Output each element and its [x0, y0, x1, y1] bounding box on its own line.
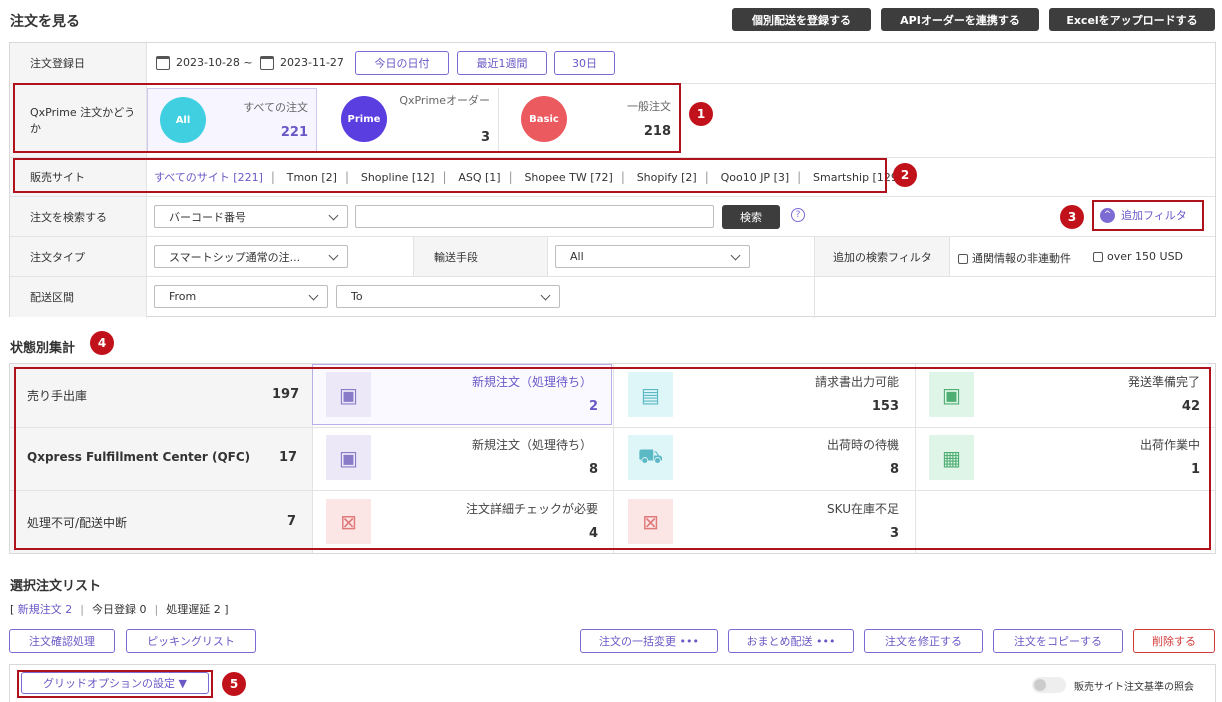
order-type-select[interactable]: スマートシップ通常の注...	[154, 245, 348, 268]
shipping-label: 輸送手段	[414, 237, 547, 276]
order-type-label: 注文タイプ	[10, 237, 146, 276]
annotation-badge-3: 3	[1060, 205, 1084, 229]
list-summary: [ 新規注文 2 | 今日登録 0 | 処理遅延 2 ]	[10, 603, 229, 616]
chevron-down-icon	[308, 290, 319, 301]
summary-new[interactable]: 新規注文 2	[18, 603, 73, 616]
annotation-badge-2: 2	[893, 163, 917, 187]
annotation-frame-4	[14, 367, 1211, 550]
date-label: 注文登録日	[10, 43, 146, 83]
calendar-icon	[156, 56, 170, 70]
annotation-frame-5	[17, 670, 213, 698]
summary-today[interactable]: 今日登録 0	[92, 603, 147, 616]
annotation-badge-4: 4	[90, 331, 114, 355]
api-order-button[interactable]: APIオーダーを連携する	[881, 8, 1039, 31]
today-button[interactable]: 今日の日付	[355, 51, 449, 75]
checkbox-icon	[1093, 252, 1103, 262]
delete-button[interactable]: 削除する	[1133, 629, 1215, 653]
30-days-button[interactable]: 30日	[554, 51, 615, 75]
date-to[interactable]: 2023-11-27	[260, 56, 344, 70]
bulk-change-button[interactable]: 注文の一括変更 •••	[580, 629, 718, 653]
edit-order-button[interactable]: 注文を修正する	[864, 629, 983, 653]
status-title: 状態別集計	[10, 341, 76, 356]
chevron-down-icon	[730, 250, 741, 261]
chevron-down-icon	[328, 250, 339, 261]
help-icon[interactable]: ?	[791, 208, 805, 222]
annotation-frame-3	[1092, 200, 1204, 231]
list-title: 選択注文リスト	[10, 579, 102, 594]
search-type-select[interactable]: バーコード番号	[154, 205, 348, 228]
annotation-badge-1: 1	[689, 102, 713, 126]
annotation-frame-1	[13, 83, 681, 153]
check-customs[interactable]: 通関情報の非連動件	[958, 250, 1071, 266]
toggle-knob	[1034, 679, 1046, 691]
search-input[interactable]	[355, 205, 714, 228]
register-delivery-button[interactable]: 個別配送を登録する	[732, 8, 871, 31]
toggle-switch[interactable]	[1032, 677, 1066, 693]
route-to-select[interactable]: To	[336, 285, 560, 308]
chevron-down-icon	[540, 290, 551, 301]
confirm-order-button[interactable]: 注文確認処理	[9, 629, 115, 653]
search-label: 注文を検索する	[10, 197, 146, 236]
combine-shipping-button[interactable]: おまとめ配送 •••	[728, 629, 854, 653]
page-title: 注文を見る	[10, 14, 80, 30]
date-from[interactable]: 2023-10-28 ~	[156, 56, 253, 70]
excel-upload-button[interactable]: Excelをアップロードする	[1049, 8, 1215, 31]
chevron-down-icon	[328, 210, 339, 221]
route-from-select[interactable]: From	[154, 285, 328, 308]
annotation-badge-5: 5	[222, 672, 246, 696]
search-button[interactable]: 検索	[722, 205, 780, 229]
check-over-150[interactable]: over 150 USD	[1093, 250, 1183, 263]
copy-order-button[interactable]: 注文をコピーする	[993, 629, 1123, 653]
annotation-frame-2	[13, 158, 887, 193]
last-week-button[interactable]: 最近1週間	[457, 51, 547, 75]
checkbox-icon	[958, 254, 968, 264]
route-label: 配送区間	[10, 277, 146, 317]
summary-delay[interactable]: 処理遅延 2	[166, 603, 221, 616]
calendar-icon	[260, 56, 274, 70]
toggle-label: 販売サイト注文基準の照会	[1074, 682, 1194, 693]
shipping-select[interactable]: All	[555, 245, 750, 268]
picking-list-button[interactable]: ピッキングリスト	[126, 629, 256, 653]
extra-search-label: 追加の検索フィルタ	[815, 237, 949, 276]
